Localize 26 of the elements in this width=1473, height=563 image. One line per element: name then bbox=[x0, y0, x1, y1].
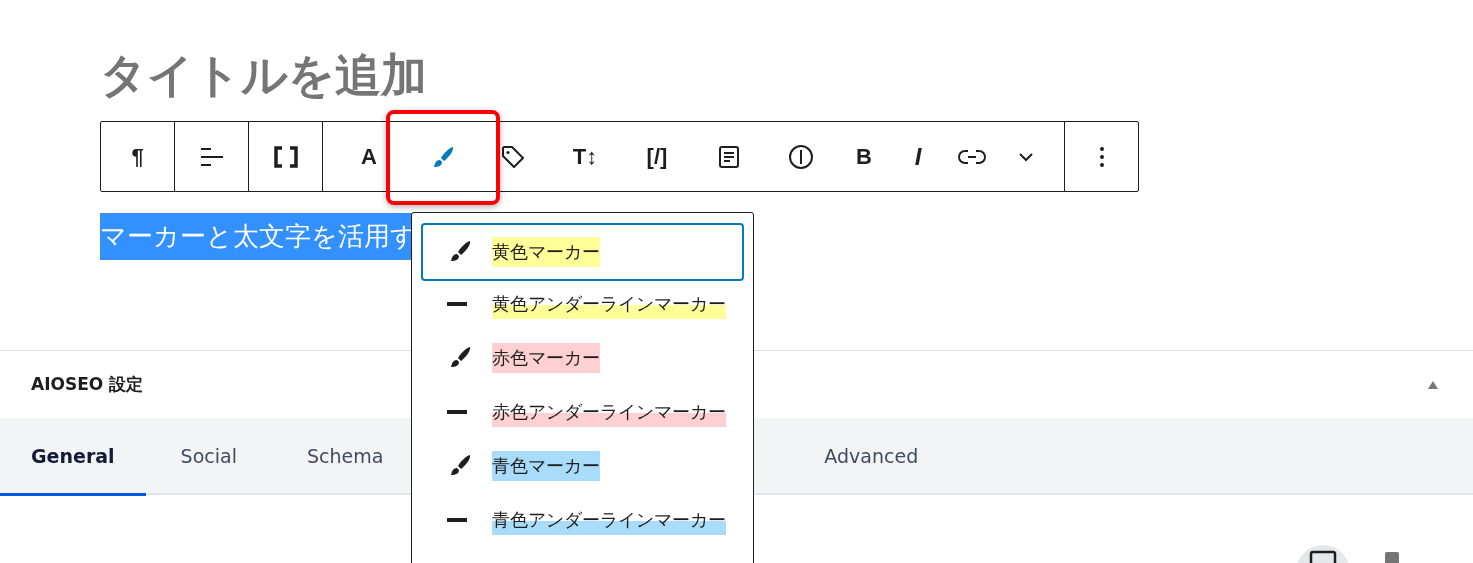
phone-icon[interactable] bbox=[1383, 550, 1401, 563]
format-button[interactable]: B bbox=[837, 122, 891, 191]
settings-tab[interactable]: Advanced bbox=[789, 418, 954, 496]
collapse-icon[interactable] bbox=[1427, 379, 1439, 390]
menu-item[interactable]: 青色マーカー bbox=[421, 439, 744, 493]
format-button[interactable]: [/] bbox=[621, 122, 693, 191]
dash-icon bbox=[447, 302, 467, 306]
format-button[interactable]: A bbox=[333, 122, 405, 191]
format-button[interactable]: I bbox=[891, 122, 945, 191]
brush-button[interactable] bbox=[386, 110, 500, 205]
menu-label: 青色マーカー bbox=[492, 451, 600, 481]
menu-item[interactable]: 青色アンダーラインマーカー bbox=[421, 493, 744, 547]
format-button[interactable]: T↕ bbox=[549, 122, 621, 191]
menu-label: 黄色マーカー bbox=[492, 237, 600, 267]
menu-label: 赤色マーカー bbox=[492, 343, 600, 373]
settings-tab[interactable]: General bbox=[0, 418, 146, 496]
settings-tab[interactable]: Schema bbox=[271, 418, 419, 496]
menu-item[interactable]: 赤色マーカー bbox=[421, 331, 744, 385]
format-button[interactable]: ¶ bbox=[101, 122, 174, 191]
menu-item[interactable]: 黄色マーカー bbox=[421, 223, 744, 281]
title-field[interactable]: タイトルを追加 bbox=[100, 45, 427, 105]
dash-icon bbox=[447, 410, 467, 414]
settings-tab[interactable]: Social bbox=[145, 418, 272, 496]
dash-icon bbox=[447, 518, 467, 522]
menu-item[interactable]: 赤色アンダーラインマーカー bbox=[421, 385, 744, 439]
panel-title: AIOSEO 設定 bbox=[31, 373, 144, 396]
